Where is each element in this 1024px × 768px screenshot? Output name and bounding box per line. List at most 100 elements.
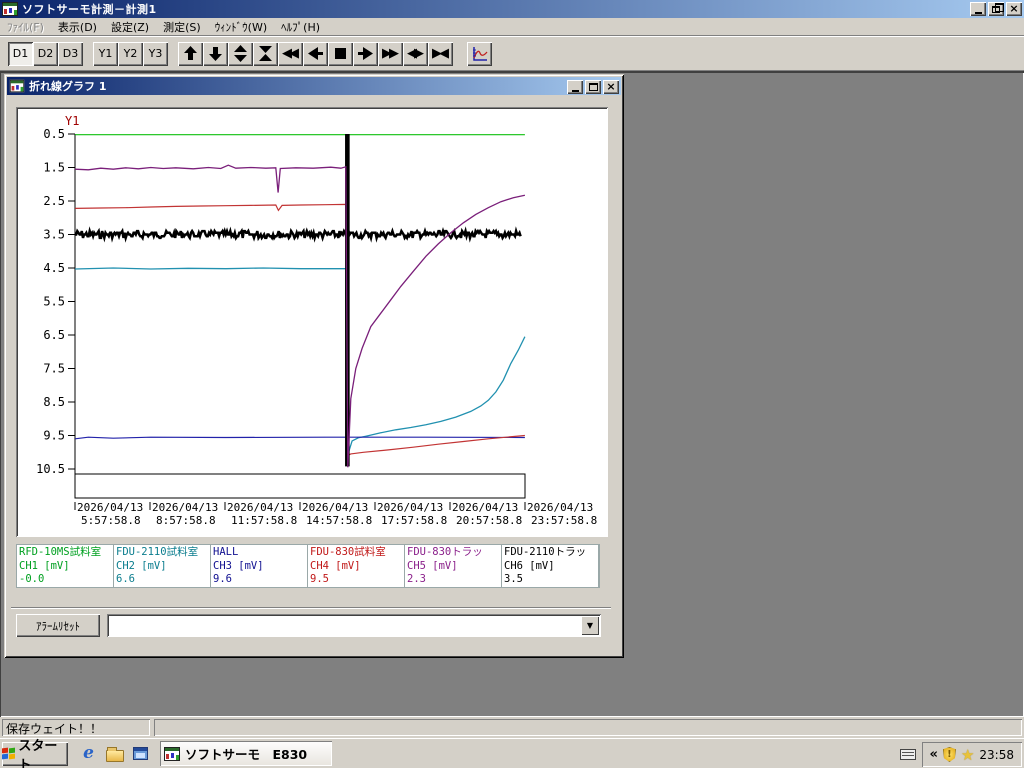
legend-cell-ch2: FDU-2110試料室 CH2 [mV] 6.6: [114, 545, 211, 587]
menu-item-2[interactable]: 設定(Z): [104, 17, 156, 37]
taskbar-clock: 23:58: [979, 747, 1014, 762]
toolbar-button-d1[interactable]: D1: [8, 41, 33, 66]
stop-icon: [335, 48, 346, 59]
series-CH2-line: [75, 267, 526, 460]
compress-vertical-icon: [259, 46, 272, 61]
legend-cell-ch4: FDU-830試料室 CH4 [mV] 9.5: [308, 545, 405, 587]
menu-item-5[interactable]: ﾍﾙﾌﾟ(H): [274, 17, 327, 37]
graph-window-client: Y1 0.5 1.5 2.5 3.5 4.5 5.5 6.5 7.5 8.5 9.5 10.5 2026…: [7, 95, 621, 655]
x-time-label: 11:57:58.8: [231, 514, 297, 527]
internet-explorer-icon[interactable]: e: [80, 745, 97, 762]
toolbar-expand-horizontal-icon[interactable]: ◀▶: [403, 41, 428, 66]
alarm-reset-button[interactable]: ｱﾗｰﾑﾘｾｯﾄ: [16, 614, 100, 637]
windows-logo-icon: [2, 747, 15, 760]
x-time-label: 20:57:58.8: [456, 514, 522, 527]
legend-channel-ch3: CH3 [mV]: [213, 559, 264, 572]
toolbar-graph-settings-icon[interactable]: [467, 41, 492, 66]
y-tick-label: 5.5: [43, 295, 65, 309]
graph-maximize-button[interactable]: [585, 80, 601, 94]
y-tick-label: 1.5: [43, 161, 65, 175]
toolbar-stop-icon[interactable]: [328, 41, 353, 66]
maximize-icon: [588, 83, 598, 91]
graph-minimize-button[interactable]: [567, 80, 583, 94]
toolbar-fast-forward-icon[interactable]: ▶▶: [378, 41, 403, 66]
legend-value-ch6: 3.5: [504, 573, 523, 585]
x-time-label: 5:57:58.8: [81, 514, 141, 527]
show-desktop-icon[interactable]: [106, 746, 124, 762]
y-tick-label: 0.5: [43, 127, 65, 141]
system-tray: « ! ★ 23:58: [899, 742, 1022, 767]
y-tick-label: 7.5: [43, 362, 65, 376]
combo-dropdown-button[interactable]: ▼: [581, 616, 599, 635]
toolbar-arrow-up-icon[interactable]: [178, 41, 203, 66]
legend-cell-ch1: RFD-10MS試料室 CH1 [mV] -0.0: [17, 545, 114, 587]
menu-item-1[interactable]: 表示(D): [51, 17, 104, 37]
legend-channel-ch6: CH6 [mV]: [504, 559, 555, 572]
graph-window-title: 折れ線グラフ 1: [29, 80, 107, 93]
graph-window-titlebar[interactable]: 折れ線グラフ 1 ×: [7, 77, 621, 95]
star-icon[interactable]: ★: [961, 746, 974, 764]
main-window-title: ソフトサーモ計測－計測1: [22, 3, 157, 16]
close-icon: ×: [1009, 2, 1019, 15]
chevron-down-icon: ▼: [586, 621, 594, 630]
minimize-icon: [571, 89, 579, 92]
x-date-label: 2026/04/13: [527, 501, 593, 514]
outlook-express-icon[interactable]: [133, 747, 148, 760]
line-chart: Y10.5 1.5 2.5 3.5 4.5 5.5 6.5 7.5 8.5 9.5 10.5 2026…: [36, 114, 597, 527]
x-date-label: 2026/04/13: [77, 501, 143, 514]
legend-value-ch4: 9.5: [310, 573, 329, 585]
toolbar-button-y1[interactable]: Y1: [93, 41, 118, 66]
menu-item-0: ﾌｧｲﾙ(F): [7, 20, 44, 34]
toolbar-button-y3[interactable]: Y3: [143, 41, 168, 66]
x-time-label: 8:57:58.8: [156, 514, 216, 527]
toolbar-step-forward-icon[interactable]: [353, 41, 378, 66]
app-icon: [2, 2, 18, 16]
toolbar-expand-vertical-icon[interactable]: [228, 41, 253, 66]
toolbar-arrow-down-icon[interactable]: [203, 41, 228, 66]
status-panel-2: [154, 719, 1022, 736]
toolbar-button-y2[interactable]: Y2: [118, 41, 143, 66]
statusbar: 保存ウェイト！！: [0, 717, 1024, 738]
alarm-combo-input[interactable]: [110, 617, 575, 634]
toolbar-fast-rewind-icon[interactable]: ◀◀: [278, 41, 303, 66]
y-tick-label: 2.5: [43, 194, 65, 208]
menu-item-4[interactable]: ｳｨﾝﾄﾞｳ(W): [208, 17, 274, 37]
main-titlebar: ソフトサーモ計測－計測1 ×: [0, 0, 1024, 18]
toolbar-step-back-icon[interactable]: [303, 41, 328, 66]
channel-legend-table: RFD-10MS試料室 CH1 [mV] -0.0 FDU-2110試料室 CH2 [m…: [16, 544, 600, 588]
security-shield-icon[interactable]: !: [942, 747, 956, 762]
y-tick-label: 3.5: [43, 228, 65, 242]
tray-panel: « ! ★ 23:58: [922, 742, 1022, 767]
x-date-label: 2026/04/13: [452, 501, 518, 514]
minimize-button[interactable]: [970, 2, 986, 16]
fast-forward-icon: ▶▶: [382, 46, 399, 61]
alarm-combobox[interactable]: ▼: [107, 614, 601, 637]
x-time-label: 14:57:58.8: [306, 514, 372, 527]
mdi-client-area: 折れ線グラフ 1 × Y1 0.5 1.5 2.5 3.5 4.5 5.5 6.5 7.5 8.5…: [0, 72, 1024, 717]
menubar: ﾌｧｲﾙ(F) 表示(D) 設定(Z) 測定(S) ｳｨﾝﾄﾞｳ(W) ﾍﾙﾌﾟ(H): [0, 18, 1024, 36]
toolbar-button-d2[interactable]: D2: [33, 41, 58, 66]
toolbar-button-d3[interactable]: D3: [58, 41, 83, 66]
minimize-icon: [974, 11, 982, 14]
legend-channel-ch2: CH2 [mV]: [116, 559, 167, 572]
keyboard-icon[interactable]: [899, 749, 916, 760]
start-button[interactable]: スタート: [2, 739, 68, 768]
task-button-label: ソフトサーモ E830: [185, 747, 308, 762]
close-button[interactable]: ×: [1006, 2, 1022, 16]
restore-button[interactable]: [988, 2, 1004, 16]
arrow-up-icon: [184, 46, 197, 60]
taskbar-task-button[interactable]: ソフトサーモ E830: [160, 741, 332, 766]
alarm-row: ｱﾗｰﾑﾘｾｯﾄ ▼: [11, 607, 611, 639]
toolbar-compress-vertical-icon[interactable]: [253, 41, 278, 66]
legend-value-ch3: 9.6: [213, 573, 232, 585]
legend-channel-ch5: CH5 [mV]: [407, 559, 458, 572]
chevron-left-icon[interactable]: «: [930, 747, 938, 762]
menu-item-3[interactable]: 測定(S): [156, 17, 208, 37]
legend-channel-ch4: CH4 [mV]: [310, 559, 361, 572]
series-CH5-line: [75, 164, 526, 468]
x-date-label: 2026/04/13: [152, 501, 218, 514]
toolbar-compress-horizontal-icon[interactable]: ▶◀: [428, 41, 453, 66]
graph-close-button[interactable]: ×: [603, 80, 619, 94]
x-range-box: [74, 473, 526, 499]
task-app-icon: [164, 746, 180, 761]
